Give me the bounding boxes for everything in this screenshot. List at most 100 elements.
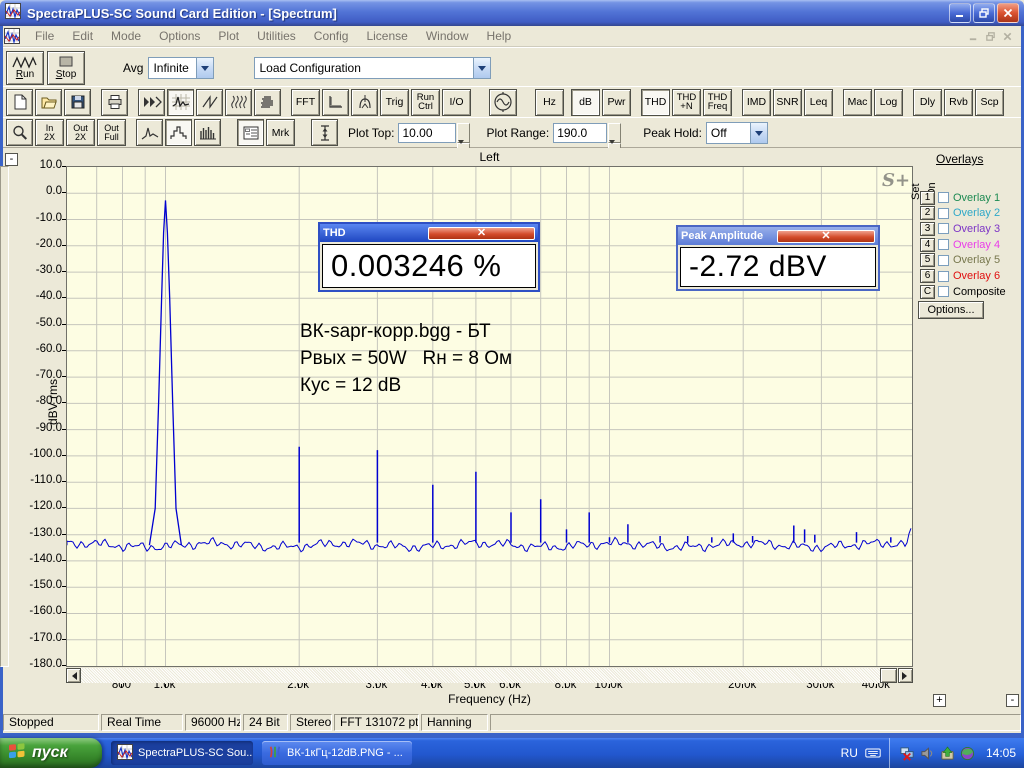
language-indicator[interactable]: RU	[841, 746, 858, 760]
trigger-button[interactable]: Trig	[380, 89, 409, 116]
overlay-set-button-4[interactable]: 4	[920, 238, 935, 252]
keyboard-icon[interactable]	[865, 745, 881, 761]
start-button[interactable]: пуск	[0, 738, 102, 768]
menu-item-help[interactable]: Help	[478, 27, 521, 46]
menu-item-mode[interactable]: Mode	[102, 27, 150, 46]
overlay-checkbox-2[interactable]	[938, 208, 949, 219]
plot-range-spinner[interactable]	[608, 123, 621, 143]
pwr-units-button[interactable]: Pwr	[602, 89, 631, 116]
thd-close-icon[interactable]: ✕	[428, 227, 535, 240]
thd-window[interactable]: THD ✕ 0.003246 %	[318, 222, 540, 292]
taskbar-clock[interactable]: 14:05	[986, 746, 1016, 760]
overlay-checkbox-c[interactable]	[938, 286, 949, 297]
bar-plot-button[interactable]	[165, 119, 192, 146]
zoom-out-full-button[interactable]: OutFull	[97, 119, 126, 146]
vertical-scrollbar[interactable]	[0, 166, 9, 667]
overlay-options-button[interactable]: Options...	[918, 301, 984, 319]
volume-icon[interactable]	[920, 745, 936, 761]
time-series-button[interactable]	[138, 89, 165, 116]
plot-top-spinner[interactable]	[457, 123, 470, 143]
network-disconnected-icon[interactable]	[900, 745, 916, 761]
scroll-left-button[interactable]	[66, 668, 81, 683]
print-button[interactable]	[101, 89, 128, 116]
zoom-out-2x-button[interactable]: Out2X	[66, 119, 95, 146]
open-file-button[interactable]	[35, 89, 62, 116]
menu-item-edit[interactable]: Edit	[63, 27, 102, 46]
delay-button[interactable]: Dly	[913, 89, 942, 116]
new-file-button[interactable]	[6, 89, 33, 116]
overlay-set-button-c[interactable]: C	[920, 285, 935, 299]
imd-button[interactable]: IMD	[742, 89, 771, 116]
mdi-close-button[interactable]	[999, 29, 1016, 44]
minimize-button[interactable]	[949, 3, 971, 23]
zoom-in-2x-button[interactable]: In2X	[35, 119, 64, 146]
collapse-plot-button[interactable]: -	[5, 153, 18, 166]
menu-item-plot[interactable]: Plot	[209, 27, 248, 46]
scroll-right-button[interactable]	[898, 668, 913, 683]
expand-plot-button[interactable]: +	[933, 694, 946, 707]
logging-button[interactable]: Log	[874, 89, 903, 116]
load-configuration-dropdown-arrow-icon[interactable]	[473, 58, 490, 78]
spectrogram-view-button[interactable]	[254, 89, 281, 116]
reverb-button[interactable]: Rvb	[944, 89, 973, 116]
menu-item-license[interactable]: License	[357, 27, 416, 46]
hz-units-button[interactable]: Hz	[535, 89, 564, 116]
macro-button[interactable]: Mac	[843, 89, 872, 116]
waterfall-view-button[interactable]	[225, 89, 252, 116]
menu-item-file[interactable]: File	[26, 27, 63, 46]
thd-freq-button[interactable]: THDFreq	[703, 89, 732, 116]
fft-settings-button[interactable]: FFT	[291, 89, 320, 116]
task-button-1[interactable]: SpectraPLUS-SC Sou...	[111, 741, 253, 765]
overlay-checkbox-4[interactable]	[938, 239, 949, 250]
overlay-set-button-3[interactable]: 3	[920, 222, 935, 236]
marker-button[interactable]: Mrk	[266, 119, 295, 146]
io-device-button[interactable]: I/O	[442, 89, 471, 116]
menu-item-config[interactable]: Config	[305, 27, 358, 46]
amplitude-range-button[interactable]	[311, 119, 338, 146]
leq-button[interactable]: Leq	[804, 89, 833, 116]
line-plot-button[interactable]	[136, 119, 163, 146]
menu-item-utilities[interactable]: Utilities	[248, 27, 305, 46]
zoom-button[interactable]	[6, 119, 33, 146]
stop-button[interactable]: Stop	[47, 51, 85, 85]
update-icon[interactable]	[940, 745, 956, 761]
plot-range-input[interactable]	[553, 123, 607, 143]
thd-n-button[interactable]: THD+N	[672, 89, 701, 116]
db-units-button[interactable]: dB	[571, 89, 600, 116]
overlay-set-button-2[interactable]: 2	[920, 206, 935, 220]
scaling-button[interactable]	[322, 89, 349, 116]
overlay-set-button-6[interactable]: 6	[920, 269, 935, 283]
plot-top-input[interactable]	[398, 123, 456, 143]
snr-button[interactable]: SNR	[773, 89, 802, 116]
messenger-globe-icon[interactable]	[960, 745, 976, 761]
overlay-set-button-5[interactable]: 5	[920, 253, 935, 267]
signal-generator-button[interactable]	[489, 89, 517, 116]
overlay-set-button-1[interactable]: 1	[920, 191, 935, 205]
overlay-checkbox-1[interactable]	[938, 192, 949, 203]
close-button[interactable]	[997, 3, 1019, 23]
mdi-restore-button[interactable]	[982, 29, 999, 44]
peak-hold-curve-button[interactable]	[351, 89, 378, 116]
peak-window-titlebar[interactable]: Peak Amplitude ✕	[678, 227, 878, 245]
menu-item-window[interactable]: Window	[417, 27, 478, 46]
collapse-plot-button-2[interactable]: -	[1006, 694, 1019, 707]
peak-close-icon[interactable]: ✕	[777, 230, 875, 243]
thd-button[interactable]: THD	[641, 89, 670, 116]
overlay-checkbox-6[interactable]	[938, 271, 949, 282]
restore-button[interactable]	[973, 3, 995, 23]
run-control-button[interactable]: RunCtrl	[411, 89, 440, 116]
spectrum-view-button[interactable]	[167, 89, 194, 116]
load-configuration-combobox[interactable]: Load Configuration	[254, 57, 491, 79]
phase-view-button[interactable]	[196, 89, 223, 116]
histogram-plot-button[interactable]	[194, 119, 221, 146]
scrollbar-thumb[interactable]	[880, 668, 897, 683]
thd-window-titlebar[interactable]: THD ✕	[320, 224, 538, 242]
mdi-minimize-button[interactable]	[965, 29, 982, 44]
save-button[interactable]	[64, 89, 91, 116]
avg-dropdown-arrow-icon[interactable]	[196, 58, 213, 78]
task-button-2[interactable]: ВК-1кГц-12dB.PNG - ...	[262, 741, 412, 765]
overlay-checkbox-5[interactable]	[938, 255, 949, 266]
menu-item-options[interactable]: Options	[150, 27, 209, 46]
overlay-checkbox-3[interactable]	[938, 223, 949, 234]
peak-hold-combobox[interactable]: Off	[706, 122, 768, 144]
